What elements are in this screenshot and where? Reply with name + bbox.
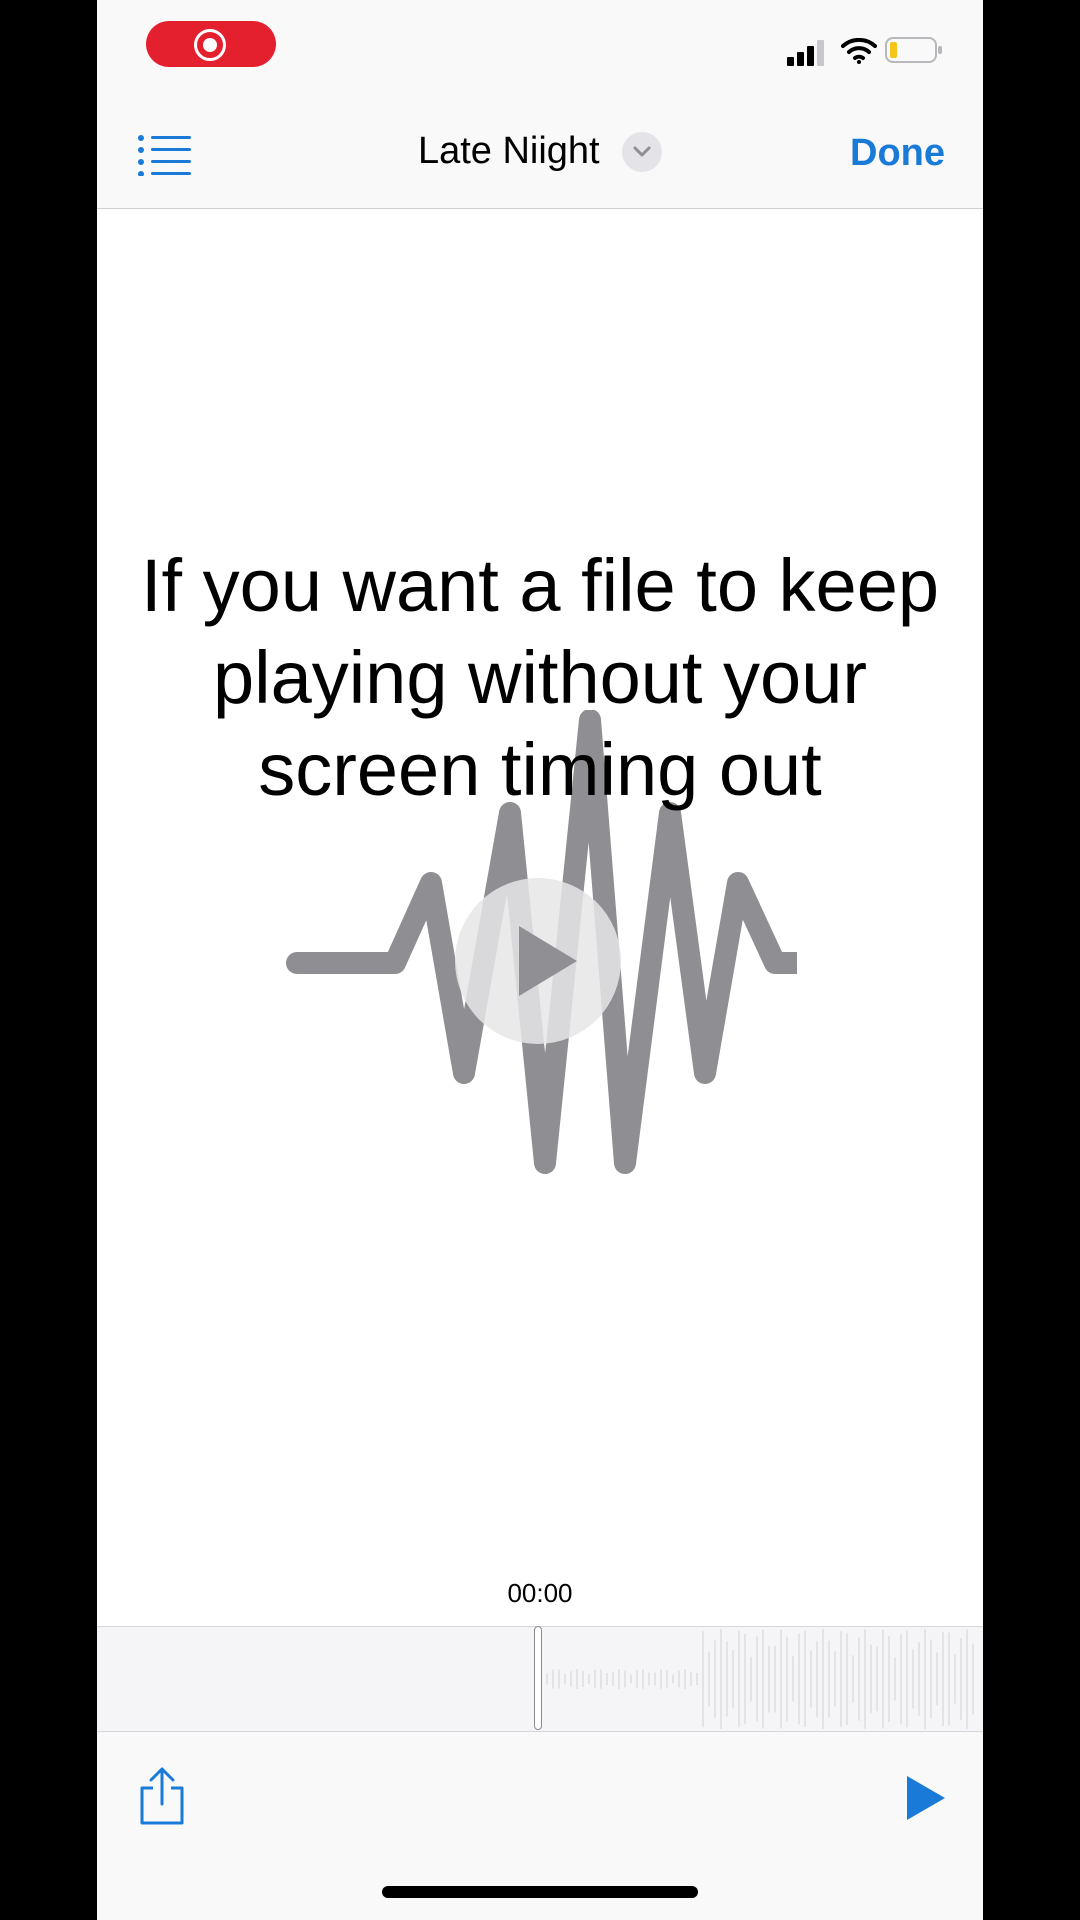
navigation-bar: Late Niight Done [97,100,983,209]
home-indicator[interactable] [382,1886,698,1898]
caption-line: If you want a file to keep [140,544,940,627]
wifi-icon [841,38,877,64]
status-bar [97,0,983,100]
recording-title[interactable]: Late Niight [418,130,600,173]
play-icon [519,926,577,996]
share-icon [140,1767,184,1825]
caption-overlay: If you want a file to keep playing witho… [97,540,983,816]
playback-timecode: 00:00 [507,1578,573,1608]
status-icons [787,37,947,68]
voice-memo-screen: Late Niight Done If you want a file to k… [97,0,983,1920]
screen-recording-indicator[interactable] [146,21,276,67]
signal-icon [787,40,824,66]
caption-line: screen timing out [258,728,822,811]
record-dot [203,38,217,52]
playhead-handle[interactable] [534,1626,542,1730]
done-button[interactable]: Done [850,132,945,175]
caption-line: playing without your [212,636,868,719]
chevron-down-icon [633,146,651,156]
battery-icon [885,37,942,63]
play-icon [907,1776,945,1820]
artwork-play-button[interactable] [455,878,621,1044]
play-button[interactable] [903,1774,947,1827]
share-button[interactable] [137,1766,187,1831]
title-options-button[interactable] [622,131,663,172]
